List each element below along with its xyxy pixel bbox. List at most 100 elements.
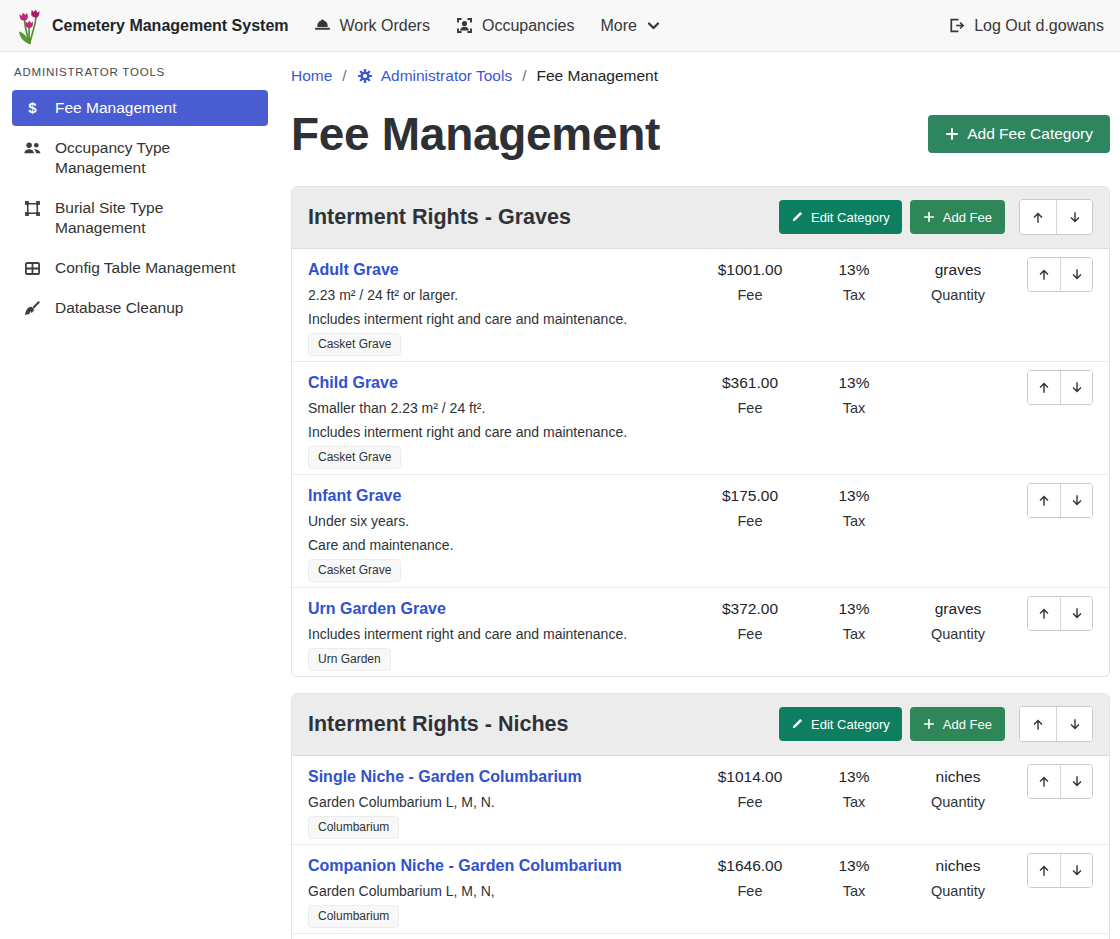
- fee-amount-label: Fee: [695, 622, 805, 646]
- quantity-column-empty: [903, 483, 1013, 582]
- move-up-button[interactable]: [1028, 765, 1060, 798]
- fee-amount-column: $361.00Fee: [695, 370, 805, 469]
- arrow-down-icon: [1070, 863, 1084, 878]
- add-fee-button[interactable]: Add Fee: [910, 200, 1005, 234]
- quantity-unit-column: gravesQuantity: [903, 596, 1013, 671]
- fee-amount: $1014.00: [695, 764, 805, 790]
- frame-icon: [23, 198, 42, 218]
- category-reorder-buttons: [1019, 706, 1093, 742]
- sidebar-item-database-cleanup[interactable]: Database Cleanup: [12, 290, 268, 326]
- move-up-button[interactable]: [1020, 200, 1056, 234]
- fee-category-card: Interment Rights - GravesEdit CategoryAd…: [291, 186, 1110, 677]
- fee-type-badge: Casket Grave: [308, 333, 401, 356]
- fee-type-badge: Casket Grave: [308, 446, 401, 469]
- main-content: Home / Administrator Tools / Fee Managem…: [280, 52, 1120, 939]
- breadcrumb-home[interactable]: Home: [291, 65, 332, 87]
- sidebar-heading: ADMINISTRATOR TOOLS: [12, 64, 268, 90]
- fee-amount: $1001.00: [695, 257, 805, 283]
- nav-work-orders[interactable]: Work Orders: [314, 17, 430, 35]
- page-title: Fee Management: [291, 107, 660, 161]
- fee-name-link[interactable]: Companion Niche - Garden Columbarium: [308, 853, 622, 879]
- add-fee-button[interactable]: Add Fee: [910, 707, 1005, 741]
- sidebar-item-burial-site-type-management[interactable]: Burial Site Type Management: [12, 190, 268, 246]
- fee-description: Garden Columbarium L, M, N.: [308, 790, 695, 814]
- fee-amount-label: Fee: [695, 283, 805, 307]
- fee-row: Single Niche - Garden ColumbariumGarden …: [292, 756, 1109, 844]
- nav-occupancies-label: Occupancies: [482, 17, 575, 35]
- tax-rate-column: 13%Tax: [805, 483, 903, 582]
- broom-icon: [23, 298, 42, 318]
- arrow-up-icon: [1037, 267, 1051, 282]
- breadcrumb-admin-tools[interactable]: Administrator Tools: [357, 65, 513, 87]
- move-down-button[interactable]: [1060, 854, 1092, 887]
- edit-category-button[interactable]: Edit Category: [779, 707, 902, 741]
- fee-row: Companion Niche - Garden ColumbariumGard…: [292, 844, 1109, 933]
- add-fee-category-button[interactable]: Add Fee Category: [928, 115, 1110, 153]
- move-down-button[interactable]: [1060, 371, 1092, 404]
- fee-description: Includes interment right and care and ma…: [308, 622, 695, 646]
- fee-row-truncated: [292, 933, 1109, 939]
- move-up-button[interactable]: [1028, 258, 1060, 291]
- fee-name-link[interactable]: Infant Grave: [308, 483, 401, 509]
- fee-row: Child GraveSmaller than 2.23 m² / 24 ft²…: [292, 361, 1109, 474]
- add-fee-label: Add Fee: [943, 210, 992, 225]
- fee-amount: $361.00: [695, 370, 805, 396]
- fee-info: Single Niche - Garden ColumbariumGarden …: [308, 764, 695, 839]
- quantity-label: Quantity: [903, 283, 1013, 307]
- fee-row: Adult Grave2.23 m² / 24 ft² or larger.In…: [292, 249, 1109, 361]
- gear-icon: [357, 68, 373, 84]
- fee-description: Garden Columbarium L, M, N,: [308, 879, 695, 903]
- move-down-button[interactable]: [1060, 597, 1092, 630]
- fee-description: Includes interment right and care and ma…: [308, 420, 695, 444]
- quantity-label: Quantity: [903, 879, 1013, 903]
- move-down-button[interactable]: [1060, 258, 1092, 291]
- fee-type-badge: Columbarium: [308, 816, 399, 839]
- logout-label: Log Out d.gowans: [974, 17, 1104, 35]
- quantity-unit: niches: [903, 764, 1013, 790]
- tax-rate-label: Tax: [805, 396, 903, 420]
- move-down-button[interactable]: [1060, 765, 1092, 798]
- add-fee-category-label: Add Fee Category: [967, 125, 1093, 143]
- logout-link[interactable]: Log Out d.gowans: [948, 17, 1104, 35]
- breadcrumb: Home / Administrator Tools / Fee Managem…: [291, 65, 1110, 87]
- arrow-down-icon: [1068, 210, 1082, 225]
- plus-icon: [923, 718, 935, 730]
- move-up-button[interactable]: [1028, 597, 1060, 630]
- move-down-button[interactable]: [1060, 484, 1092, 517]
- fee-description: Under six years.: [308, 509, 695, 533]
- quantity-unit-column: nichesQuantity: [903, 853, 1013, 928]
- arrow-up-icon: [1037, 774, 1051, 789]
- table-icon: [23, 258, 42, 278]
- sidebar-item-label: Fee Management: [55, 98, 177, 118]
- move-up-button[interactable]: [1028, 371, 1060, 404]
- arrow-up-icon: [1031, 210, 1045, 225]
- move-down-button[interactable]: [1056, 200, 1092, 234]
- move-up-button[interactable]: [1028, 484, 1060, 517]
- tax-rate-column: 13%Tax: [805, 764, 903, 839]
- nav-occupancies[interactable]: Occupancies: [456, 17, 575, 35]
- move-up-button[interactable]: [1028, 854, 1060, 887]
- move-up-button[interactable]: [1020, 707, 1056, 741]
- arrow-down-icon: [1068, 717, 1082, 732]
- fee-description: Smaller than 2.23 m² / 24 ft².: [308, 396, 695, 420]
- fee-name-link[interactable]: Adult Grave: [308, 257, 399, 283]
- fee-name-link[interactable]: Single Niche - Garden Columbarium: [308, 764, 582, 790]
- sidebar-item-label: Config Table Management: [55, 258, 236, 278]
- arrow-up-icon: [1037, 863, 1051, 878]
- arrow-up-icon: [1031, 717, 1045, 732]
- fee-name-link[interactable]: Urn Garden Grave: [308, 596, 446, 622]
- fee-info: Adult Grave2.23 m² / 24 ft² or larger.In…: [308, 257, 695, 356]
- fee-name-link[interactable]: Child Grave: [308, 370, 398, 396]
- arrow-up-icon: [1037, 493, 1051, 508]
- move-down-button[interactable]: [1056, 707, 1092, 741]
- sidebar-item-occupancy-type-management[interactable]: Occupancy Type Management: [12, 130, 268, 186]
- fee-description: Includes interment right and care and ma…: [308, 307, 695, 331]
- add-fee-label: Add Fee: [943, 717, 992, 732]
- fee-amount-column: $1001.00Fee: [695, 257, 805, 356]
- nav-more[interactable]: More: [600, 17, 660, 35]
- sidebar-item-fee-management[interactable]: $Fee Management: [12, 90, 268, 126]
- edit-category-button[interactable]: Edit Category: [779, 200, 902, 234]
- fee-amount-label: Fee: [695, 509, 805, 533]
- sidebar-item-config-table-management[interactable]: Config Table Management: [12, 250, 268, 286]
- brand[interactable]: Cemetery Management System: [16, 7, 289, 45]
